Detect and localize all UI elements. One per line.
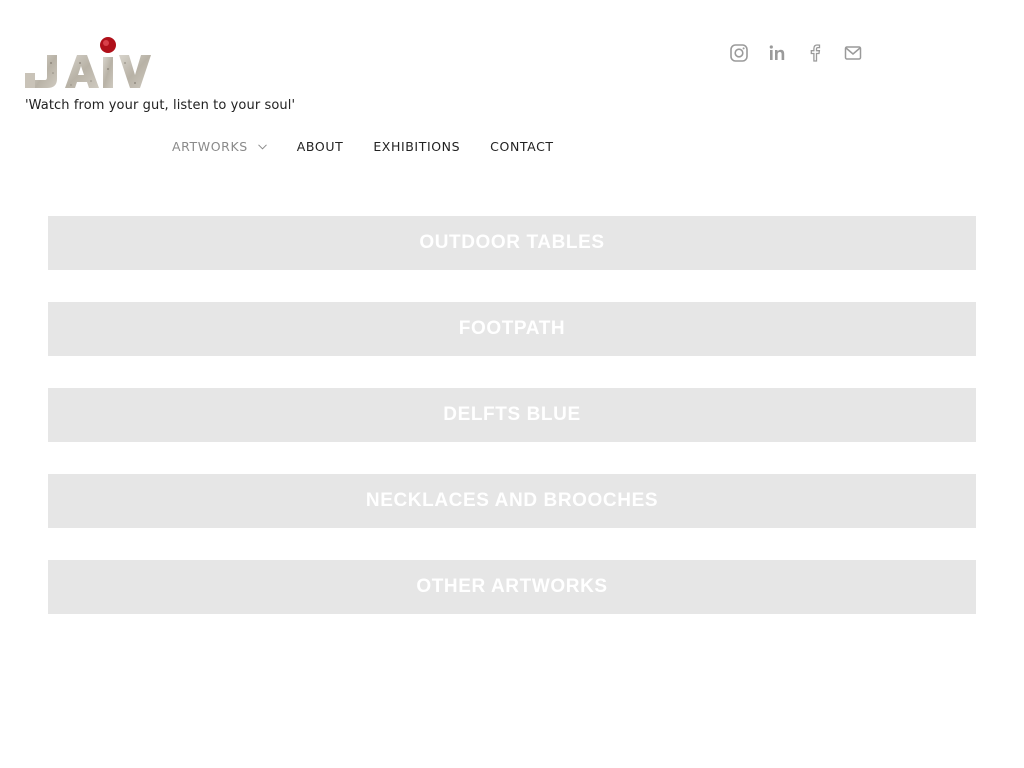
instagram-icon: [730, 44, 748, 62]
linkedin-icon: [769, 45, 785, 60]
email-icon: [844, 46, 862, 60]
nav-item-contact-label: CONTACT: [490, 139, 554, 154]
nav-item-artworks[interactable]: ARTWORKS: [172, 139, 267, 154]
category-delfts-blue[interactable]: DELFTS BLUE: [48, 388, 976, 442]
category-footpath[interactable]: FOOTPATH: [48, 302, 976, 356]
tagline: 'Watch from your gut, listen to your sou…: [25, 98, 296, 113]
nav-item-about[interactable]: ABOUT: [297, 139, 344, 154]
nav-item-exhibitions-label: EXHIBITIONS: [373, 139, 461, 154]
category-other-artworks[interactable]: OTHER ARTWORKS: [48, 560, 976, 614]
category-label: OTHER ARTWORKS: [416, 576, 608, 597]
nav-item-contact[interactable]: CONTACT: [490, 139, 553, 154]
nav-item-exhibitions[interactable]: EXHIBITIONS: [373, 139, 460, 154]
category-label: OUTDOOR TABLES: [419, 232, 605, 253]
category-label: FOOTPATH: [458, 318, 566, 339]
category-outdoor-tables[interactable]: OUTDOOR TABLES: [48, 216, 976, 270]
main-nav: ARTWORKS ABOUT EXHIBITIONS CONTACT: [172, 139, 554, 154]
linkedin-link[interactable]: [767, 42, 787, 64]
nav-item-artworks-label: ARTWORKS: [172, 139, 248, 154]
category-list: OUTDOOR TABLES FOOTPATH DELFTS BLUE NECK…: [48, 216, 976, 614]
category-label: DELFTS BLUE: [443, 404, 581, 425]
chevron-down-icon: [257, 143, 267, 150]
nav-item-about-label: ABOUT: [296, 139, 344, 154]
page: 'Watch from your gut, listen to your sou…: [0, 0, 1024, 768]
category-label: NECKLACES AND BROOCHES: [365, 490, 659, 511]
logo-image: [25, 37, 151, 88]
email-link[interactable]: [843, 42, 863, 64]
instagram-link[interactable]: [729, 42, 749, 64]
category-necklaces-and-brooches[interactable]: NECKLACES AND BROOCHES: [48, 474, 976, 528]
social-links: [729, 42, 863, 64]
facebook-icon: [810, 44, 821, 62]
facebook-link[interactable]: [805, 42, 825, 64]
